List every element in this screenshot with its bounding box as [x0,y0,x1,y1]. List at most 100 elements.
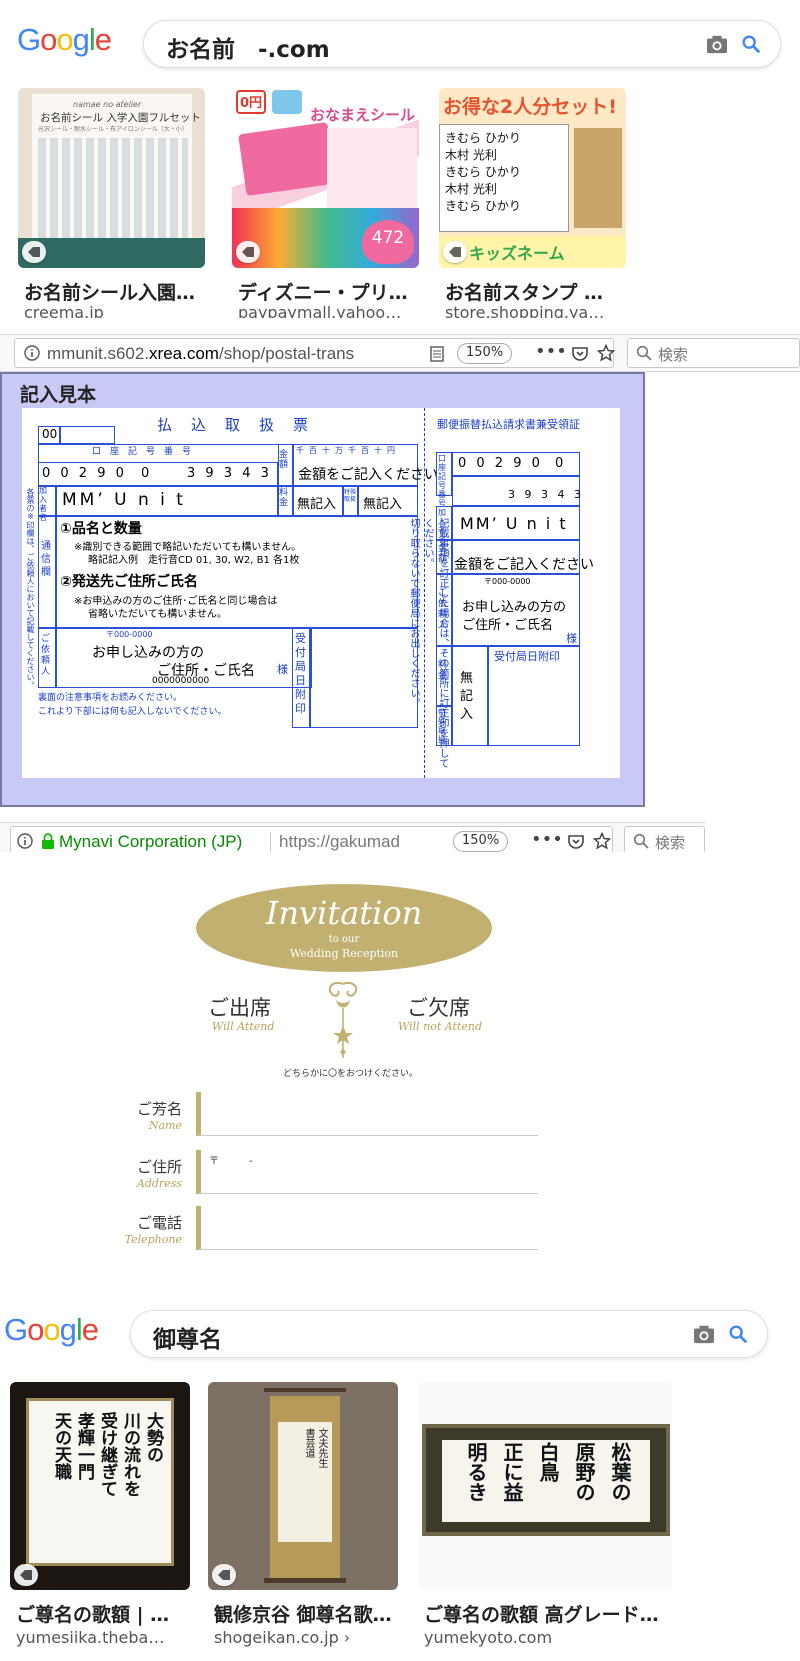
browser-toolbar-1: mmunit.s602.xrea.com/shop/postal-trans 1… [0,334,800,372]
result-title[interactable]: お名前シール入園… [24,278,209,305]
address-field[interactable]: 〒 - [196,1150,538,1194]
image-result-4[interactable]: 大勢の 川の流れを 受け継ぎて 孝輝一門 天の天職 ご尊名の歌額 | … yumesii… [10,1382,200,1661]
thumb-count: 472 [362,220,414,264]
result-source[interactable]: yumekyoto.com [424,1628,552,1647]
item-1-heading: ①品名と数量 [60,521,142,537]
info-icon[interactable] [17,833,33,849]
amount-label: 金額 [279,450,289,470]
image-result-3[interactable]: お得な2人分セット! きむら ひかり 木村 光利 きむら ひかり 木村 光利 き… [439,88,634,318]
bookmark-star-icon[interactable] [593,832,611,850]
camera-icon[interactable] [693,1324,715,1344]
attend-option[interactable]: ご出席 [208,992,271,1022]
url-text[interactable]: mmunit.s602.xrea.com/shop/postal-trans [47,344,417,364]
zoom-level[interactable]: 150% [457,343,513,364]
result-source[interactable]: store.shopping.ya… [445,303,604,318]
google-search-bar-2: Google 御尊名 [0,1290,800,1370]
url-text[interactable]: https://gakumad [279,832,419,852]
browser-search-field[interactable]: 検索 [627,338,800,368]
fee-not-required-2: 無記入 [363,497,403,512]
result-thumbnail[interactable]: お得な2人分セット! きむら ひかり 木村 光利 きむら ひかり 木村 光利 き… [439,88,626,268]
result-thumbnail[interactable]: 文夫先生 書芸道 [208,1382,398,1590]
circle-instruction: どちらかに〇をおつけください。 [283,1069,419,1079]
free-shipping-badge: 0円 [236,90,266,114]
item-2-note-2: 省略いただいても構いません。 [88,609,227,620]
reader-view-icon[interactable] [430,346,444,362]
tag-icon [22,241,46,263]
result-title[interactable]: 観修京谷 御尊名歌… [214,1600,404,1627]
pocket-icon[interactable] [567,833,585,851]
form-title: 払 込 取 扱 票 [157,416,311,434]
pocket-icon[interactable] [571,345,589,363]
fee-label: 料金 [279,488,289,508]
search-icon[interactable] [740,33,762,55]
result-title[interactable]: ご尊名の歌額 | … [16,1600,196,1627]
zoom-level[interactable]: 150% [453,831,509,852]
security-label[interactable]: Mynavi Corporation (JP) [59,832,242,852]
result-title[interactable]: ご尊名の歌額 高グレード… [424,1600,678,1627]
receipt-account-code: 0 0 2 9 0 [458,456,543,471]
result-source[interactable]: yumesiika.theba… [16,1628,164,1647]
receipt-fee: 無記入 [460,671,474,722]
thumb-brand: namae no atelier [73,100,142,109]
result-thumbnail[interactable]: namae no atelier お名前シール 入学入園フルセット 光沢シール・… [18,88,205,268]
receipt-amount-label: 金額 [438,544,448,564]
result-source[interactable]: creema.jp [24,303,104,318]
more-actions-icon[interactable]: ••• [535,341,567,362]
address-field-label: ご住所 Address [136,1158,182,1190]
calligraphy-text: 文夫先生 書芸道 [303,1428,327,1468]
postal-transfer-sample: 記入見本 払 込 取 扱 票 00 口 座 記 号 番 号 0 0 2 9 0 … [0,372,645,807]
account-number: 3 9 3 4 3 [187,466,272,481]
thumb-kids: キッズネーム [469,244,565,263]
image-result-5[interactable]: 文夫先生 書芸道 観修京谷 御尊名歌… shogeikan.co.jp › [208,1382,408,1661]
transfer-form: 払 込 取 扱 票 00 口 座 記 号 番 号 0 0 2 9 0 0 3 9… [22,408,620,778]
result-title[interactable]: ディズニー・プリ… [238,278,423,305]
google-logo[interactable]: Google [4,1312,99,1348]
search-icon [633,833,649,849]
phone-field[interactable] [196,1206,538,1250]
sender-line-1: お申し込みの方の [92,645,204,661]
stamp-label: 受付局日附印 [295,632,306,715]
sender-label: ご依頼人 [41,634,51,677]
url-bar[interactable]: mmunit.s602.xrea.com/shop/postal-trans 1… [14,338,615,368]
google-logo[interactable]: Google [17,22,112,58]
result-thumbnail[interactable]: 松葉の 原野の白鳥 正に益 明るき [418,1382,672,1590]
search-placeholder: 検索 [658,346,689,364]
name-field-label: ご芳名 Name [136,1100,182,1132]
account-prefix: 00 [42,427,58,441]
image-result-6[interactable]: 松葉の 原野の白鳥 正に益 明るき ご尊名の歌額 高グレード… yumekyoto.c… [418,1382,682,1661]
receipt-fee-label: 料金 [438,660,448,681]
receipt-account-sub: 0 [555,456,564,471]
result-thumbnail[interactable]: 0円 おなまえシール 472 [232,88,419,268]
tag-icon [236,241,260,263]
result-source[interactable]: shogeikan.co.jp › [214,1628,350,1647]
image-result-2[interactable]: 0円 おなまえシール 472 ディズニー・プリ… paypaymall.yaho… [232,88,427,318]
receipt-payee-label: 加入者名 [438,508,446,544]
bookmark-star-icon[interactable] [597,344,615,362]
result-title[interactable]: お名前スタンプ … [445,278,630,305]
special-label: 特殊取扱 [344,489,357,503]
search-query[interactable]: お名前 -.com [166,30,330,64]
info-icon[interactable] [24,345,40,361]
invitation-sub-2: Wedding Reception [289,947,399,960]
not-attend-option[interactable]: ご欠席 [407,992,470,1022]
camera-icon[interactable] [706,34,728,54]
search-box[interactable]: 御尊名 [130,1310,768,1358]
name-field[interactable] [196,1092,538,1136]
result-source[interactable]: paypaymall.yahoo… [238,303,401,318]
search-query[interactable]: 御尊名 [153,1320,222,1354]
search-icon[interactable] [727,1323,749,1345]
search-box[interactable]: お名前 -.com [143,20,781,68]
thumb-names: きむら ひかり 木村 光利 きむら ひかり 木村 光利 きむら ひかり [445,131,521,213]
tag-icon [443,241,467,263]
ornament-icon [328,982,358,1058]
sender-phone: 0000000000 [152,676,210,686]
wedding-rsvp-card: Invitation to our Wedding Reception ご出席 … [0,852,800,1290]
result-thumbnail[interactable]: 大勢の 川の流れを 受け継ぎて 孝輝一門 天の天職 [10,1382,190,1590]
invitation-oval: Invitation to our Wedding Reception [196,884,492,972]
thumb-subtitle: 光沢シール・耐水シール・布アイロンシール（大・小） [38,126,188,133]
account-sub-digit: 0 [141,466,150,481]
attend-option-en: Will Attend [212,1020,275,1033]
receipt-payee-name: MM’ U n i t [460,514,568,533]
more-actions-icon[interactable]: ••• [531,829,563,850]
image-result-1[interactable]: namae no atelier お名前シール 入学入園フルセット 光沢シール・… [18,88,213,318]
